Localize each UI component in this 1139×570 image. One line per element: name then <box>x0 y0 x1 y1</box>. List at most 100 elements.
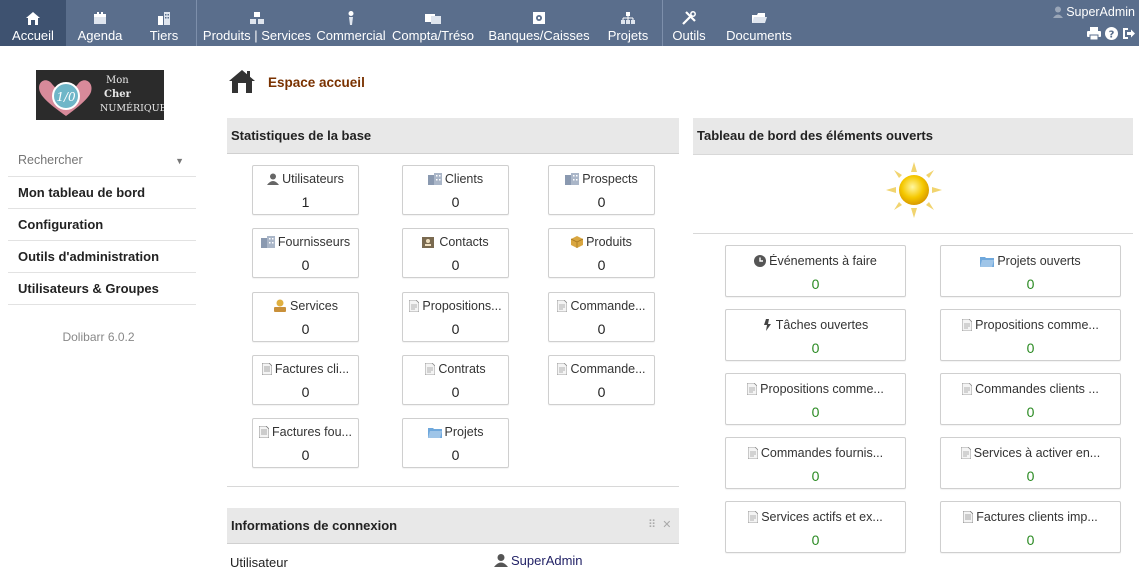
stat-label: Fournisseurs <box>253 235 358 251</box>
dashboard-value: 0 <box>811 404 820 420</box>
divider <box>227 486 679 487</box>
stat-box-services[interactable]: Services 0 <box>252 292 359 342</box>
menu-produits-services[interactable]: Produits | Services <box>198 0 316 46</box>
document-icon <box>747 446 759 462</box>
stat-box-propositions[interactable]: Propositions... 0 <box>402 292 509 342</box>
stat-label: Factures fou... <box>253 425 358 441</box>
stat-label: Utilisateurs <box>253 172 358 188</box>
stat-box-contrats[interactable]: Contrats 0 <box>402 355 509 405</box>
stat-box-utilisateurs[interactable]: Utilisateurs 1 <box>252 165 359 215</box>
bill-icon <box>261 362 273 378</box>
panel-tools: ⠿ ✕ <box>648 518 671 531</box>
stat-box-factures-cli[interactable]: Factures cli... 0 <box>252 355 359 405</box>
dashboard-label-text: Factures clients imp... <box>976 510 1098 524</box>
menu-compta-treso[interactable]: Compta/Tréso <box>386 0 480 46</box>
dashboard-box-propositions-comme[interactable]: Propositions comme... 0 <box>725 373 906 425</box>
drag-handle-icon[interactable]: ⠿ <box>648 519 656 531</box>
sidebar-item-configuration[interactable]: Configuration <box>8 209 196 241</box>
dashboard-box-commandes-fournis[interactable]: Commandes fournis... 0 <box>725 437 906 489</box>
stat-value: 1 <box>301 194 310 210</box>
dashboard-box-evenements-a-faire[interactable]: Événements à faire 0 <box>725 245 906 297</box>
stat-label: Prospects <box>549 172 654 188</box>
close-icon[interactable]: ✕ <box>662 519 671 531</box>
stat-value: 0 <box>301 447 310 463</box>
bill-icon <box>962 510 974 526</box>
version-label: Dolibarr 6.0.2 <box>62 330 135 344</box>
stat-box-contacts[interactable]: Contacts 0 <box>402 228 509 278</box>
project-icon <box>980 255 995 270</box>
dashboard-box-factures-clients-imp[interactable]: Factures clients imp... 0 <box>940 501 1121 553</box>
stat-box-factures-fou[interactable]: Factures fou... 0 <box>252 418 359 468</box>
logo-graphic: 1/0 Mon Cher NUMÉRIQUE <box>39 75 167 116</box>
dashboard-value: 0 <box>1026 276 1035 292</box>
search-select[interactable]: ▼ <box>18 152 188 172</box>
print-icon[interactable] <box>1087 27 1101 43</box>
dashboard-box-commandes-clients[interactable]: Commandes clients ... 0 <box>940 373 1121 425</box>
chevron-down-icon[interactable]: ▼ <box>175 156 184 166</box>
menu-agenda[interactable]: Agenda <box>70 0 130 46</box>
dashboard-label-text: Commandes fournis... <box>760 446 884 460</box>
user-tools: ? <box>1053 27 1135 43</box>
stat-label: Produits <box>549 235 654 251</box>
stat-value: 0 <box>451 384 460 400</box>
sidebar-item-mon-tableau-de-bord[interactable]: Mon tableau de bord <box>8 177 196 209</box>
sidebar: 1/0 Mon Cher NUMÉRIQUE ▼ Mon tableau de … <box>0 46 197 569</box>
bill-icon <box>258 425 270 441</box>
stat-box-commande[interactable]: Commande... 0 <box>548 355 655 405</box>
stat-box-projets[interactable]: Projets 0 <box>402 418 509 468</box>
dashboard-label-text: Projets ouverts <box>997 254 1081 268</box>
stat-label: Clients <box>403 172 508 188</box>
stat-label-text: Commande... <box>570 299 646 313</box>
stat-box-produits[interactable]: Produits 0 <box>548 228 655 278</box>
sun-icon <box>884 160 944 223</box>
user-link[interactable]: SuperAdmin <box>1053 4 1135 21</box>
stat-box-commande[interactable]: Commande... 0 <box>548 292 655 342</box>
safe-icon <box>531 8 547 28</box>
menu-accueil[interactable]: Accueil <box>0 0 66 46</box>
stat-label-text: Prospects <box>582 172 638 186</box>
document-icon <box>961 382 973 398</box>
dashboard-label: Commandes clients ... <box>941 382 1120 398</box>
dashboard-box-projets-ouverts[interactable]: Projets ouverts 0 <box>940 245 1121 297</box>
user-icon <box>267 173 280 188</box>
menu-tiers[interactable]: Tiers <box>134 0 194 46</box>
hierarchy-icon <box>620 8 636 28</box>
dashboard-label-text: Tâches ouvertes <box>775 318 869 332</box>
dashboard-box-services-a-activer-en[interactable]: Services à activer en... 0 <box>940 437 1121 489</box>
stat-label: Contacts <box>403 235 508 251</box>
dashboard-label: Services à activer en... <box>941 446 1120 462</box>
stat-label-text: Produits <box>586 235 632 249</box>
stat-value: 0 <box>451 194 460 210</box>
dashboard-box-propositions-comme[interactable]: Propositions comme... 0 <box>940 309 1121 361</box>
company-logo[interactable]: 1/0 Mon Cher NUMÉRIQUE <box>36 70 167 120</box>
document-icon <box>746 382 758 398</box>
divider <box>693 154 1133 155</box>
menu-outils[interactable]: Outils <box>664 0 714 46</box>
stat-label-text: Propositions... <box>422 299 502 313</box>
menu-commercial[interactable]: Commercial <box>316 0 386 46</box>
product-icon <box>570 236 584 251</box>
stat-box-fournisseurs[interactable]: Fournisseurs 0 <box>252 228 359 278</box>
stat-box-prospects[interactable]: Prospects 0 <box>548 165 655 215</box>
stat-value: 0 <box>301 257 310 273</box>
menu-banques-caisses[interactable]: Banques/Caisses <box>482 0 596 46</box>
stat-label: Projets <box>403 425 508 441</box>
stat-label: Services <box>253 299 358 315</box>
stat-box-clients[interactable]: Clients 0 <box>402 165 509 215</box>
dashboard-value: 0 <box>1026 404 1035 420</box>
stat-label-text: Services <box>290 299 338 313</box>
stat-label: Propositions... <box>403 299 508 315</box>
logout-icon[interactable] <box>1122 27 1135 43</box>
menu-projets[interactable]: Projets <box>600 0 656 46</box>
sidebar-item-outils-administration[interactable]: Outils d'administration <box>8 241 196 273</box>
document-icon <box>557 362 568 378</box>
dashboard-label-text: Propositions comme... <box>760 382 884 396</box>
menu-documents[interactable]: Documents <box>720 0 798 46</box>
stats-header: Statistiques de la base <box>227 118 679 154</box>
dashboard-box-taches-ouvertes[interactable]: Tâches ouvertes 0 <box>725 309 906 361</box>
help-icon[interactable]: ? <box>1105 27 1118 43</box>
connection-user-link[interactable]: SuperAdmin <box>494 553 583 570</box>
search-input[interactable] <box>18 153 158 167</box>
sidebar-item-utilisateurs-groupes[interactable]: Utilisateurs & Groupes <box>8 273 196 305</box>
dashboard-box-services-actifs-et-ex[interactable]: Services actifs et ex... 0 <box>725 501 906 553</box>
